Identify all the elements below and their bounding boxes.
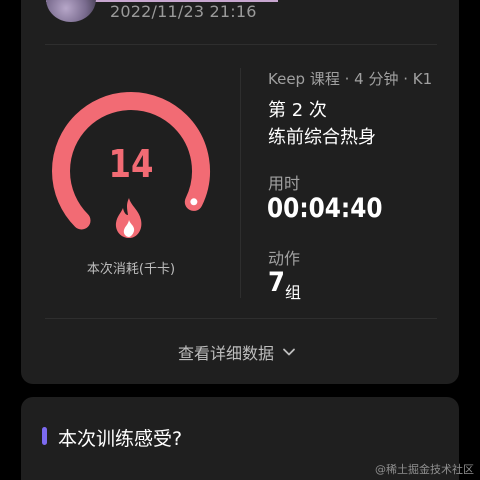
column-divider	[240, 68, 241, 298]
calories-label: 本次消耗(千卡)	[86, 262, 176, 277]
moves-label: 动作	[268, 249, 301, 268]
duration-label: 用时	[268, 174, 301, 193]
chevron-down-icon	[283, 348, 295, 356]
view-details-button[interactable]: 查看详细数据	[178, 340, 296, 364]
footer-divider	[45, 318, 437, 319]
calorie-gauge-knob	[190, 198, 198, 206]
course-name[interactable]: 练前综合热身	[268, 123, 376, 149]
feeling-accent-bar	[42, 427, 47, 445]
duration-value: 00:04:40	[267, 193, 383, 224]
moves-value: 7	[268, 267, 285, 298]
workout-summary-page: 2022/11/23 21:16 14 本次消耗(千卡) Keep 课程 · 4…	[0, 0, 480, 480]
view-details-label: 查看详细数据	[178, 344, 275, 363]
watermark: @稀土掘金技术社区	[375, 463, 474, 476]
moves-unit: 组	[285, 283, 302, 302]
feeling-title: 本次训练感受?	[58, 428, 183, 450]
header-divider	[45, 44, 437, 45]
flame-icon	[115, 198, 142, 238]
course-count: 第 2 次	[268, 100, 327, 121]
calories-value: 14	[108, 142, 154, 186]
course-meta: Keep 课程 · 4 分钟 · K1	[268, 70, 433, 88]
workout-timestamp: 2022/11/23 21:16	[110, 2, 257, 21]
